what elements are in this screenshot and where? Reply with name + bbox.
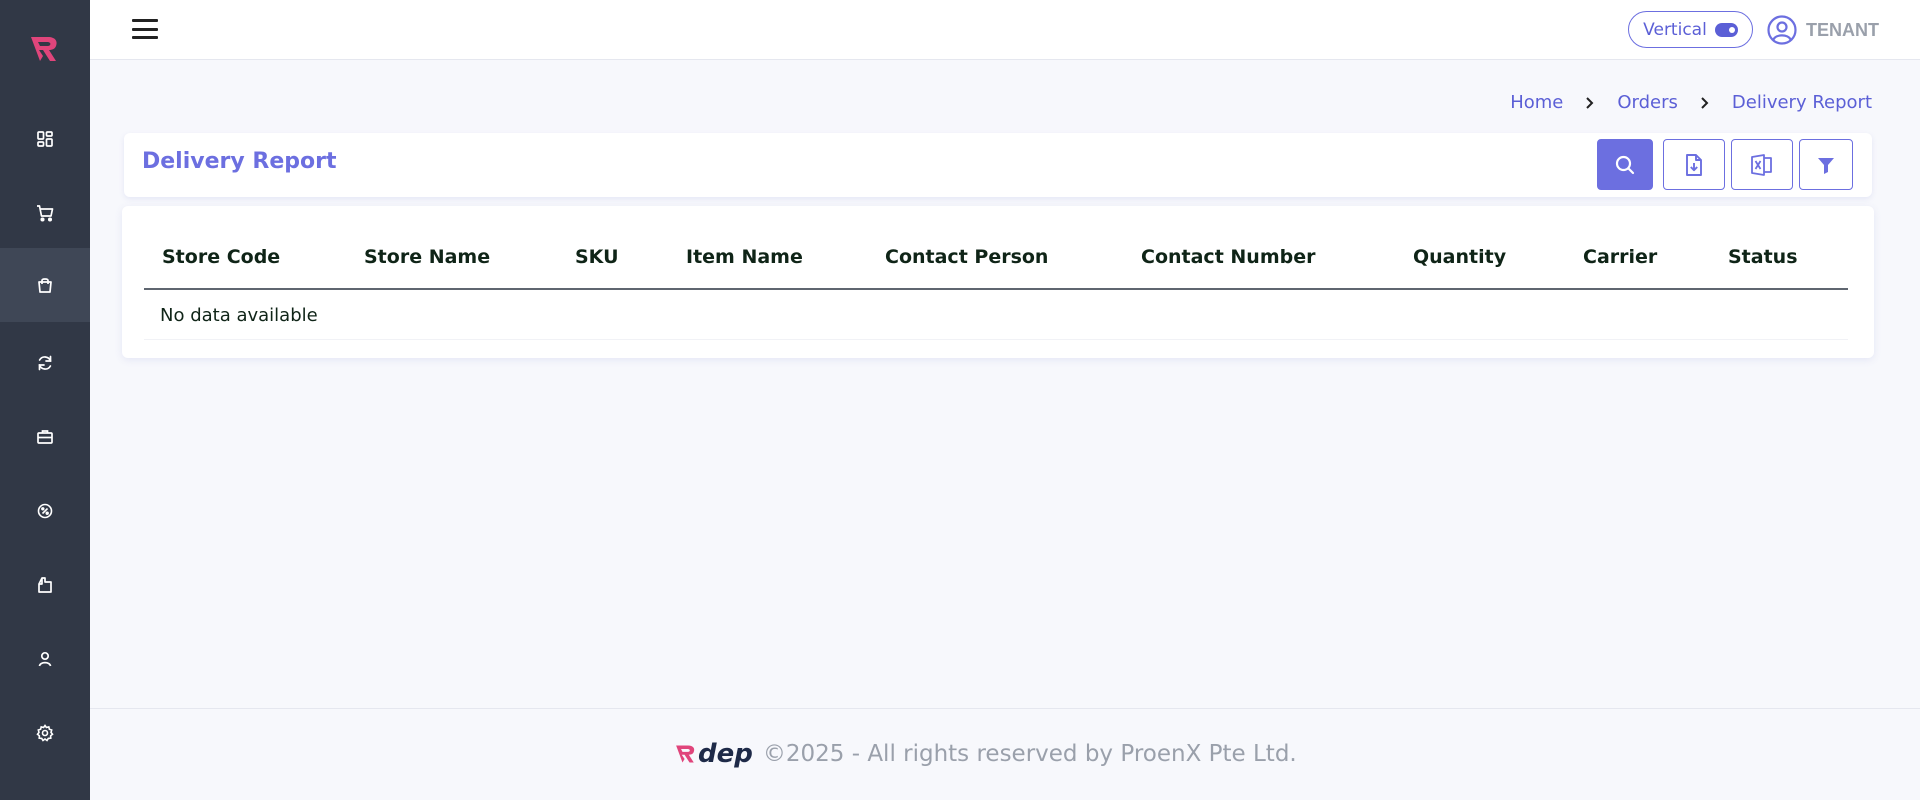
top-bar: Vertical TENANT	[90, 0, 1920, 60]
column-header-contact-number[interactable]: Contact Number	[1141, 246, 1315, 268]
column-header-store-name[interactable]: Store Name	[364, 246, 490, 268]
sidebar-item-settings[interactable]	[0, 696, 90, 770]
filter-button[interactable]	[1799, 139, 1853, 190]
logo-icon	[676, 745, 695, 763]
footer-logo: dep	[674, 739, 753, 769]
search-button[interactable]	[1597, 139, 1653, 190]
sidebar-item-orders[interactable]	[0, 248, 90, 322]
chevron-right-icon	[1586, 96, 1594, 109]
footer-content: dep ©2025 - All rights reserved by Proen…	[674, 741, 1297, 767]
document-icon	[38, 577, 52, 593]
column-header-sku[interactable]: SKU	[575, 246, 619, 268]
sidebar-item-returns[interactable]	[0, 326, 90, 400]
empty-state-text: No data available	[160, 305, 318, 326]
file-download-icon	[1686, 153, 1702, 176]
breadcrumb-current: Delivery Report	[1731, 92, 1872, 113]
user-icon	[38, 651, 52, 667]
column-header-status[interactable]: Status	[1728, 246, 1798, 268]
app-logo[interactable]	[0, 22, 90, 76]
briefcase-icon	[37, 430, 53, 444]
column-header-item-name[interactable]: Item Name	[686, 246, 803, 268]
breadcrumb-home[interactable]: Home	[1510, 92, 1563, 113]
footer-logo-text: dep	[698, 739, 753, 769]
sidebar-item-cart[interactable]	[0, 176, 90, 250]
logo-icon	[31, 37, 57, 61]
report-table-card: Store Code Store Name SKU Item Name Cont…	[122, 206, 1874, 358]
breadcrumb-orders[interactable]: Orders	[1617, 92, 1678, 113]
page-header-card: Delivery Report	[124, 133, 1872, 197]
sidebar-item-users[interactable]	[0, 622, 90, 696]
layout-toggle-button[interactable]: Vertical	[1628, 11, 1753, 48]
filter-icon	[1818, 157, 1834, 174]
menu-toggle-button[interactable]	[132, 17, 158, 41]
sidebar-item-promotions[interactable]	[0, 474, 90, 548]
page-title: Delivery Report	[142, 149, 337, 174]
cart-icon	[37, 205, 54, 222]
sidebar-item-reports[interactable]	[0, 548, 90, 622]
hamburger-line	[132, 19, 158, 22]
toggle-switch-icon	[1714, 22, 1738, 37]
gear-icon	[36, 724, 54, 742]
search-icon	[1615, 155, 1635, 174]
refresh-icon	[38, 355, 52, 371]
sidebar	[0, 0, 90, 800]
badge-percent-icon	[37, 503, 53, 519]
copyright-text: ©2025 - All rights reserved by ProenX Pt…	[762, 741, 1297, 767]
table-empty-row: No data available	[144, 292, 1848, 340]
user-circle-icon	[1767, 15, 1797, 45]
sidebar-item-inventory[interactable]	[0, 400, 90, 474]
column-header-contact-person[interactable]: Contact Person	[885, 246, 1048, 268]
column-header-carrier[interactable]: Carrier	[1583, 246, 1657, 268]
column-header-store-code[interactable]: Store Code	[162, 246, 280, 268]
hamburger-line	[132, 27, 158, 31]
table-header-row: Store Code Store Name SKU Item Name Cont…	[144, 228, 1848, 290]
breadcrumb: Home Orders Delivery Report	[1510, 92, 1872, 113]
excel-icon	[1751, 153, 1772, 176]
footer: dep ©2025 - All rights reserved by Proen…	[90, 708, 1920, 800]
download-button[interactable]	[1663, 139, 1725, 190]
hamburger-line	[132, 36, 158, 39]
column-header-quantity[interactable]: Quantity	[1413, 246, 1506, 268]
user-menu[interactable]: TENANT	[1766, 13, 1879, 47]
chevron-right-icon	[1701, 96, 1709, 109]
sidebar-item-dashboard[interactable]	[0, 102, 90, 176]
dashboard-icon	[37, 131, 53, 147]
shopping-bag-icon	[38, 278, 52, 293]
layout-toggle-label: Vertical	[1643, 19, 1707, 40]
user-name: TENANT	[1806, 19, 1879, 40]
excel-export-button[interactable]	[1731, 139, 1793, 190]
